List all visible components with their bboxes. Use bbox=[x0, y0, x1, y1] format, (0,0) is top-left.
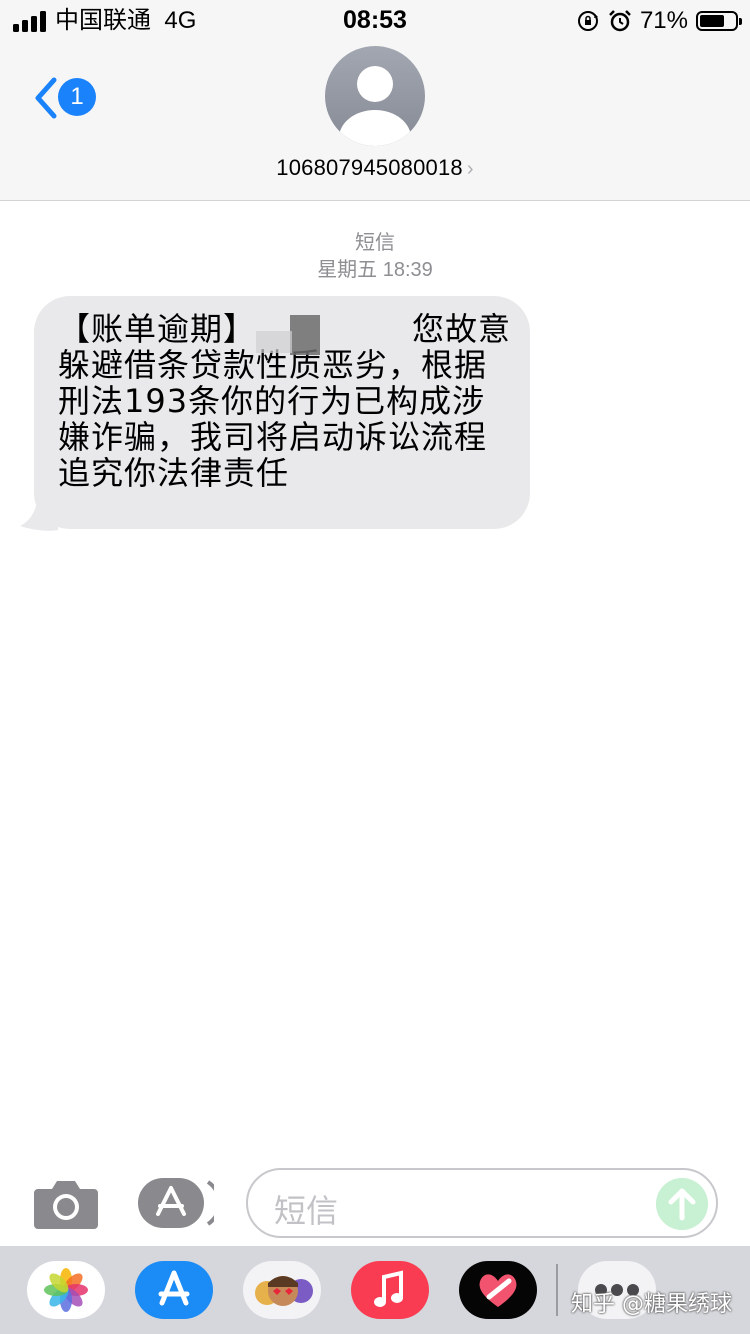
message-text: 【账单逾期】 您故意 躲避借条贷款性质恶劣，根据 刑法193条你的行为已构成涉 嫌… bbox=[58, 311, 514, 491]
message-input[interactable]: 短信 bbox=[246, 1168, 718, 1238]
send-button[interactable] bbox=[656, 1178, 708, 1230]
incoming-message-bubble[interactable]: 【账单逾期】 您故意 躲避借条贷款性质恶劣，根据 刑法193条你的行为已构成涉 嫌… bbox=[34, 296, 530, 529]
camera-button[interactable] bbox=[34, 1177, 98, 1229]
app-drawer: 知乎 @糖果绣球 bbox=[0, 1246, 750, 1334]
message-line-1-suffix: 您故意 bbox=[412, 310, 512, 348]
contact-number-text: 106807945080018 bbox=[276, 155, 463, 180]
conversation-header: 1 106807945080018 › bbox=[0, 40, 750, 201]
message-input-placeholder: 短信 bbox=[274, 1192, 339, 1230]
app-store-button[interactable] bbox=[138, 1178, 214, 1228]
redacted-area bbox=[256, 311, 412, 355]
unread-count-badge: 1 bbox=[58, 78, 96, 116]
app-store-icon bbox=[138, 1178, 204, 1228]
drawer-divider bbox=[556, 1264, 558, 1316]
back-button[interactable]: 1 bbox=[30, 74, 100, 122]
status-right-group: 71% bbox=[576, 7, 742, 35]
message-line-1-prefix: 【账单逾期】 bbox=[58, 310, 257, 348]
service-label: 短信 bbox=[355, 232, 395, 254]
contact-number[interactable]: 106807945080018 › bbox=[0, 155, 750, 181]
message-line-4: 嫌诈骗，我司将启动诉讼流程 bbox=[58, 418, 488, 456]
alarm-icon bbox=[609, 10, 631, 32]
rotation-lock-icon bbox=[577, 11, 598, 31]
battery-icon bbox=[696, 11, 742, 31]
app-store-app-icon[interactable] bbox=[135, 1261, 213, 1319]
watermark: 知乎 @糖果绣球 bbox=[571, 1292, 732, 1317]
chevron-right-icon: › bbox=[466, 158, 474, 180]
battery-fill bbox=[700, 15, 725, 27]
memoji-app-icon[interactable] bbox=[243, 1261, 321, 1319]
message-line-5: 追究你法律责任 bbox=[58, 454, 290, 492]
music-app-icon[interactable] bbox=[351, 1261, 429, 1319]
message-timestamp: 星期五 18:39 bbox=[317, 259, 433, 281]
status-bar: 中国联通 4G 08:53 71% bbox=[0, 0, 750, 40]
message-line-1: 【账单逾期】 您故意 bbox=[58, 310, 514, 355]
photos-app-icon[interactable] bbox=[27, 1261, 105, 1319]
battery-percent: 71% bbox=[639, 7, 688, 34]
chevron-left-icon bbox=[35, 77, 57, 119]
contact-avatar[interactable] bbox=[325, 46, 425, 146]
digital-touch-app-icon[interactable] bbox=[459, 1261, 537, 1319]
message-line-3: 刑法193条你的行为已构成涉 bbox=[58, 382, 486, 420]
